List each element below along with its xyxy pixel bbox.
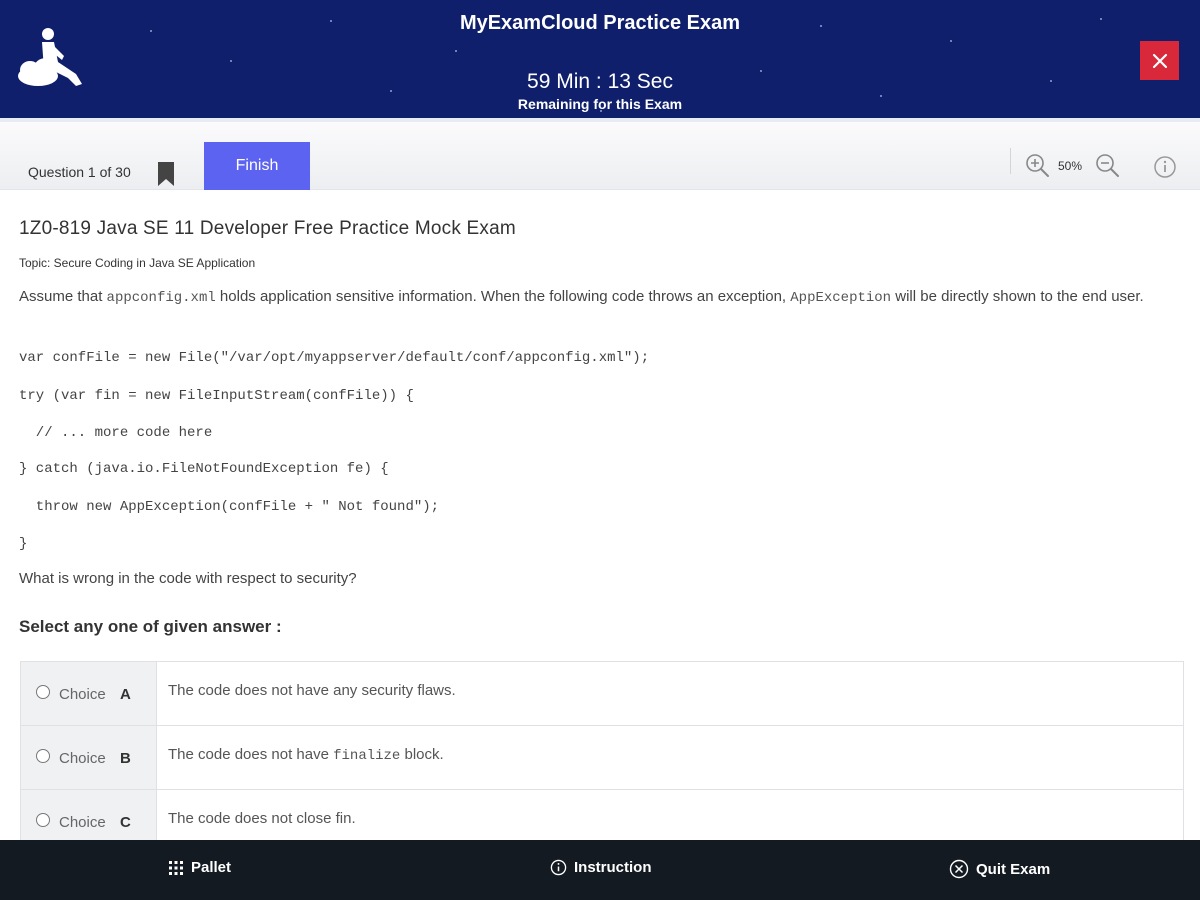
zoom-level: 50% [1058,159,1083,173]
choice-word: Choice [59,814,106,831]
question-prompt: What is wrong in the code with respect t… [19,570,357,587]
grid-icon [169,860,183,875]
choice-text: The code does not have any security flaw… [168,682,456,699]
exam-title: 1Z0-819 Java SE 11 Developer Free Practi… [19,218,516,239]
choice-a[interactable]: Choice A The code does not have any secu… [20,662,1184,726]
choice-label-cell: Choice C [21,790,157,841]
exam-header: MyExamCloud Practice Exam 59 Min : 13 Se… [0,0,1200,118]
pallet-label: Pallet [191,859,232,876]
exam-timer: 59 Min : 13 Sec [527,70,673,93]
choice-label-cell: Choice A [21,662,157,725]
instruction-label: Instruction [574,859,652,876]
choice-label-cell: Choice B [21,726,157,789]
info-icon[interactable] [1153,155,1177,179]
choice-letter: B [120,750,131,767]
finish-button[interactable]: Finish [204,142,310,190]
code-line: } [19,536,28,552]
choice-text-part: block. [400,746,444,763]
question-intro: Assume that appconfig.xml holds applicat… [19,283,1181,312]
choice-letter: A [120,686,131,703]
close-exam-button[interactable] [1140,41,1179,80]
intro-code: AppException [790,290,892,306]
code-line: // ... more code here [19,425,213,441]
close-circle-icon [949,859,969,879]
choice-text-part: The code does not have [168,746,334,763]
choice-text-part: The code does not have any security flaw… [168,682,456,699]
quit-exam-label: Quit Exam [976,860,1051,878]
code-line: var confFile = new File("/var/opt/myapps… [19,350,650,366]
bookmark-icon[interactable] [156,162,176,186]
choice-letter: C [120,814,131,831]
app-title: MyExamCloud Practice Exam [459,12,741,34]
bottom-navigation: Pallet Instruction Quit Exam [0,840,1200,900]
choice-c[interactable]: Choice C The code does not close fin. [20,790,1184,842]
choice-text-part: The code does not close fin. [168,810,356,827]
question-topic: Topic: Secure Coding in Java SE Applicat… [19,256,256,270]
code-line: throw new AppException(confFile + " Not … [19,499,440,515]
radio-button[interactable] [36,749,50,763]
intro-text: Assume that [19,288,107,305]
choice-text: The code does not have finalize block. [168,746,444,764]
choice-b[interactable]: Choice B The code does not have finalize… [20,726,1184,790]
choice-text: The code does not close fin. [168,810,356,827]
question-toolbar: Question 1 of 30 Finish 50% [0,122,1200,190]
star-decoration [455,50,457,52]
code-line: } catch (java.io.FileNotFoundException f… [19,461,389,477]
answer-choices: Choice A The code does not have any secu… [20,661,1184,842]
zoom-in-icon[interactable] [1024,152,1050,178]
intro-text: holds application sensitive information.… [215,288,791,305]
pallet-button[interactable]: Pallet [168,859,231,876]
choice-code: finalize [333,748,401,764]
code-line: try (var fin = new FileInputStream(confF… [19,388,414,404]
answer-instruction: Select any one of given answer : [19,617,282,636]
star-decoration [230,60,232,62]
question-counter: Question 1 of 30 [28,164,131,180]
radio-button[interactable] [36,685,50,699]
timer-caption: Remaining for this Exam [517,96,683,112]
info-icon [550,859,567,876]
toolbar-divider [1010,148,1011,174]
close-icon [1152,53,1167,68]
instruction-button[interactable]: Instruction [550,859,652,876]
quit-exam-button[interactable]: Quit Exam [949,859,1050,879]
choice-word: Choice [59,686,106,703]
radio-button[interactable] [36,813,50,827]
zoom-out-icon[interactable] [1094,152,1120,178]
choice-word: Choice [59,750,106,767]
star-decoration [950,40,952,42]
intro-text: will be directly shown to the end user. [891,288,1144,305]
intro-code: appconfig.xml [106,290,216,306]
